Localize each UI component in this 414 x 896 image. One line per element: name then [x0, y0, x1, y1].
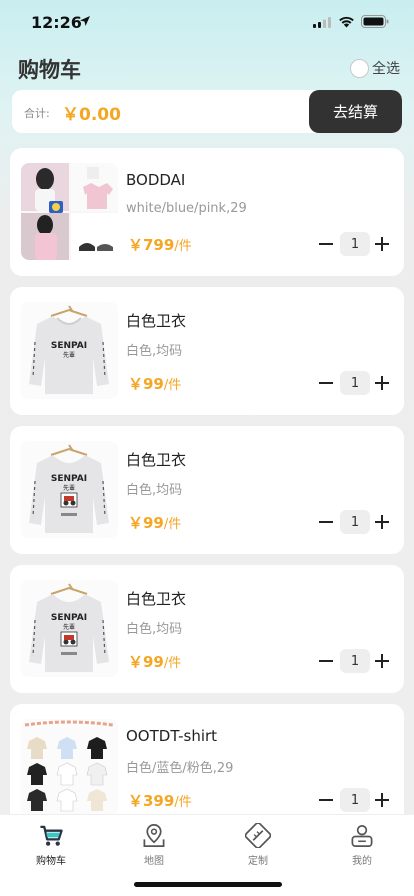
wifi-icon: [339, 16, 354, 28]
hoodie-print-sub: 先輩: [63, 484, 75, 492]
battery-icon: [361, 15, 389, 28]
product-image[interactable]: SENPAI 先輩: [21, 441, 118, 538]
cart-item[interactable]: SENPAI 先輩 白色卫衣 白色,均码 ￥99/件 1: [10, 287, 404, 415]
hoodie-image: SENPAI 先輩: [21, 441, 118, 538]
product-image[interactable]: SENPAI 先輩: [21, 580, 118, 677]
quantity-value[interactable]: 1: [340, 649, 370, 673]
tab-label: 定制: [248, 856, 268, 867]
tab-label: 我的: [352, 856, 372, 867]
item-name: 白色卫衣: [126, 590, 187, 608]
cart-item[interactable]: BODDAI white/blue/pink,29 ￥799/件 1: [10, 148, 404, 276]
item-unit: /件: [163, 517, 182, 532]
tab-label: 地图: [144, 856, 164, 867]
increase-quantity-button[interactable]: [373, 792, 391, 808]
total-amount: ￥0.00: [62, 105, 121, 125]
increase-quantity-button[interactable]: [373, 375, 391, 391]
total-label: 合计:: [24, 107, 50, 120]
quantity-value[interactable]: 1: [340, 510, 370, 534]
item-price: ￥399/件: [128, 790, 192, 811]
item-unit: /件: [163, 656, 182, 671]
item-price: ￥99/件: [128, 651, 181, 672]
increase-quantity-button[interactable]: [373, 236, 391, 252]
hoodie-image: SENPAI 先輩: [21, 580, 118, 677]
item-name: 白色卫衣: [126, 451, 187, 469]
decrease-quantity-button[interactable]: [316, 236, 336, 252]
product-collage-image: [21, 163, 118, 260]
profile-icon: [351, 825, 373, 847]
product-image[interactable]: [21, 163, 118, 260]
item-price: ￥799/件: [128, 234, 192, 255]
tab-customize[interactable]: 定制: [218, 823, 298, 867]
item-unit: /件: [174, 239, 192, 254]
checkout-bar: 合计: ￥0.00 去结算: [12, 90, 402, 133]
item-price: ￥99/件: [128, 512, 181, 533]
select-all-toggle[interactable]: 全选: [350, 57, 400, 79]
item-spec: 白色,均码: [126, 483, 183, 498]
tshirt-collage-image: [21, 719, 118, 816]
quantity-value[interactable]: 1: [340, 232, 370, 256]
decrease-quantity-button[interactable]: [316, 375, 336, 391]
page-title: 购物车: [18, 58, 81, 82]
home-indicator: [134, 882, 282, 887]
increase-quantity-button[interactable]: [373, 514, 391, 530]
hoodie-print-sub: 先輩: [63, 623, 75, 631]
tab-cart[interactable]: 购物车: [11, 823, 91, 867]
decrease-quantity-button[interactable]: [316, 792, 336, 808]
item-name: BODDAI: [126, 171, 186, 189]
hoodie-image: SENPAI 先輩: [21, 302, 118, 399]
cart-icon: [40, 825, 63, 846]
status-bar: 12:26: [0, 0, 414, 46]
item-spec: white/blue/pink,29: [126, 201, 247, 216]
product-image[interactable]: SENPAI 先輩: [21, 302, 118, 399]
item-name: OOTDT-shirt: [126, 727, 218, 745]
item-name: 白色卫衣: [126, 312, 187, 330]
item-spec: 白色,均码: [126, 622, 183, 637]
location-arrow-icon: [80, 16, 90, 26]
hoodie-print-sub: 先輩: [63, 351, 75, 359]
item-price-value: ￥399: [128, 792, 175, 810]
quantity-value[interactable]: 1: [340, 788, 370, 812]
select-all-radio[interactable]: [350, 58, 369, 78]
select-all-label: 全选: [372, 61, 400, 77]
item-price-value: ￥99: [128, 375, 164, 393]
hoodie-print-brand: SENPAI: [51, 341, 87, 351]
checkout-button[interactable]: 去结算: [309, 90, 402, 133]
item-price-value: ￥99: [128, 514, 164, 532]
quantity-value[interactable]: 1: [340, 371, 370, 395]
status-time: 12:26: [31, 13, 82, 32]
map-icon: [143, 824, 165, 847]
item-spec: 白色/蓝色/粉色,29: [126, 761, 234, 776]
tab-profile[interactable]: 我的: [322, 823, 402, 867]
item-spec: 白色,均码: [126, 344, 183, 359]
item-price-value: ￥99: [128, 653, 164, 671]
product-image[interactable]: [21, 719, 118, 816]
hoodie-print-brand: SENPAI: [51, 613, 87, 623]
tab-map[interactable]: 地图: [114, 823, 194, 867]
cellular-signal-icon: [313, 17, 331, 28]
item-price: ￥99/件: [128, 373, 181, 394]
customize-icon: [245, 823, 271, 848]
cart-item[interactable]: SENPAI 先輩 白色卫衣 白色,均码 ￥99/件 1: [10, 426, 404, 554]
hoodie-print-brand: SENPAI: [51, 474, 87, 484]
cart-item[interactable]: OOTDT-shirt 白色/蓝色/粉色,29 ￥399/件 1: [10, 704, 404, 832]
decrease-quantity-button[interactable]: [316, 514, 336, 530]
item-unit: /件: [163, 378, 182, 393]
cart-item[interactable]: SENPAI 先輩 白色卫衣 白色,均码 ￥99/件 1: [10, 565, 404, 693]
increase-quantity-button[interactable]: [373, 653, 391, 669]
item-unit: /件: [174, 795, 192, 810]
decrease-quantity-button[interactable]: [316, 653, 336, 669]
item-price-value: ￥799: [128, 236, 175, 254]
tab-label: 购物车: [36, 856, 66, 867]
